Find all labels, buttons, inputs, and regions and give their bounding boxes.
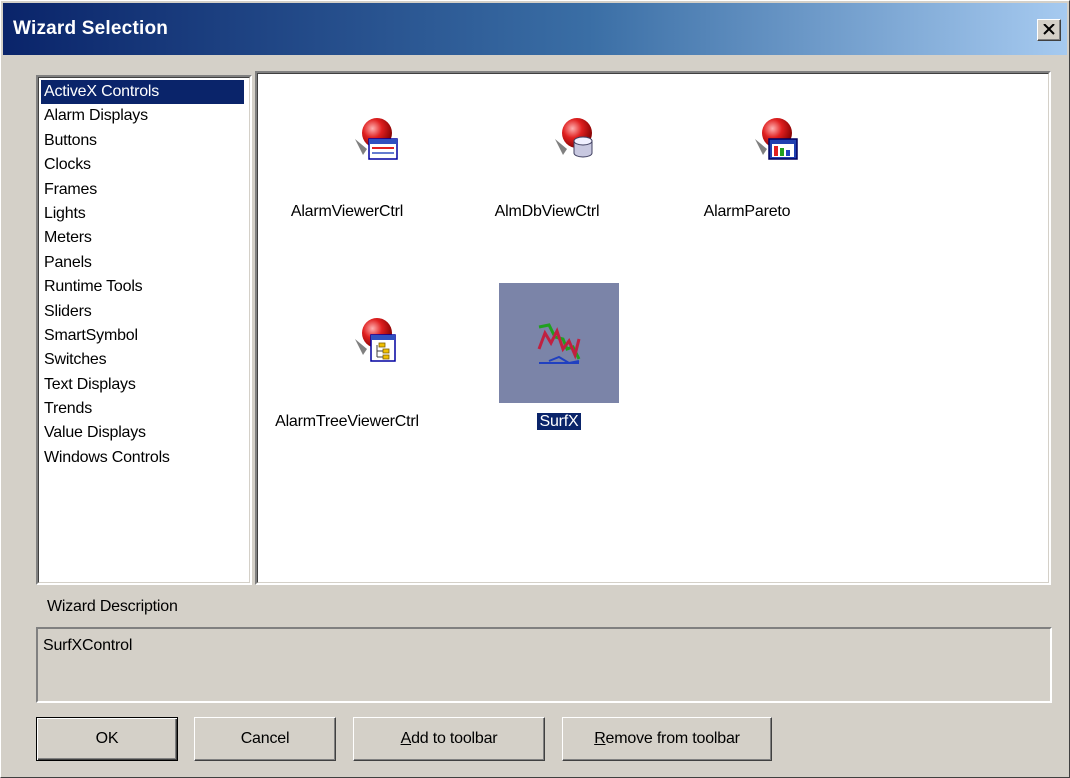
category-item[interactable]: Clocks xyxy=(41,153,244,177)
category-item[interactable]: Value Displays xyxy=(41,421,244,445)
alarm-tree-viewer-icon[interactable] xyxy=(317,283,437,403)
alarm-db-view-icon[interactable] xyxy=(517,83,637,203)
wizard-item-almdbviewctrl[interactable]: AlmDbViewCtrl xyxy=(457,73,637,243)
category-items: ActiveX Controls Alarm Displays Buttons Clo… xyxy=(41,80,244,470)
wizard-label: AlarmTreeViewerCtrl xyxy=(275,413,419,430)
category-item[interactable]: ActiveX Controls xyxy=(41,80,244,105)
wizard-item-alarmviewerctrl[interactable]: AlarmViewerCtrl xyxy=(257,73,437,243)
category-item[interactable]: Windows Controls xyxy=(41,446,244,470)
alarm-viewer-icon[interactable] xyxy=(317,83,437,203)
category-item[interactable]: Alarm Displays xyxy=(41,104,244,128)
wizard-selection-dialog: Wizard Selection ActiveX Controls Alarm D… xyxy=(0,0,1070,778)
cancel-button[interactable]: Cancel xyxy=(194,717,336,761)
category-item[interactable]: Frames xyxy=(41,178,244,202)
category-item[interactable]: Sliders xyxy=(41,300,244,324)
category-item[interactable]: Trends xyxy=(41,397,244,421)
category-item[interactable]: SmartSymbol xyxy=(41,324,244,348)
category-item[interactable]: Panels xyxy=(41,251,244,275)
wizard-description-box: SurfXControl xyxy=(36,627,1052,703)
category-item[interactable]: Switches xyxy=(41,348,244,372)
surfx-chart-icon[interactable] xyxy=(499,283,619,403)
category-list[interactable]: ActiveX Controls Alarm Displays Buttons Clo… xyxy=(36,75,252,585)
category-item[interactable]: Runtime Tools xyxy=(41,275,244,299)
wizard-label: SurfX xyxy=(536,412,582,431)
add-to-toolbar-button[interactable]: Add to toolbar xyxy=(353,717,545,761)
close-icon xyxy=(1043,24,1055,35)
window-title: Wizard Selection xyxy=(13,18,169,39)
category-item[interactable]: Text Displays xyxy=(41,373,244,397)
alarm-pareto-icon[interactable] xyxy=(717,83,837,203)
wizard-icon-area[interactable]: AlarmViewerCtrl AlmDbViewCtrl AlarmParet… xyxy=(255,71,1051,585)
category-item[interactable]: Meters xyxy=(41,226,244,250)
remove-from-toolbar-button[interactable]: Remove from toolbar xyxy=(562,717,772,761)
ok-button[interactable]: OK xyxy=(36,717,178,761)
title-bar[interactable]: Wizard Selection xyxy=(3,3,1067,55)
wizard-item-alarmpareto[interactable]: AlarmPareto xyxy=(657,73,837,243)
wizard-description-label: Wizard Description xyxy=(47,598,178,615)
wizard-item-alarmtreeviewerctrl[interactable]: AlarmTreeViewerCtrl xyxy=(257,283,437,453)
wizard-label: AlarmPareto xyxy=(703,203,791,220)
wizard-item-surfx[interactable]: SurfX xyxy=(439,283,619,453)
close-button[interactable] xyxy=(1037,19,1061,41)
wizard-description-text: SurfXControl xyxy=(43,637,133,654)
wizard-label: AlmDbViewCtrl xyxy=(494,203,600,220)
wizard-label: AlarmViewerCtrl xyxy=(290,203,404,220)
category-item[interactable]: Lights xyxy=(41,202,244,226)
category-item[interactable]: Buttons xyxy=(41,129,244,153)
